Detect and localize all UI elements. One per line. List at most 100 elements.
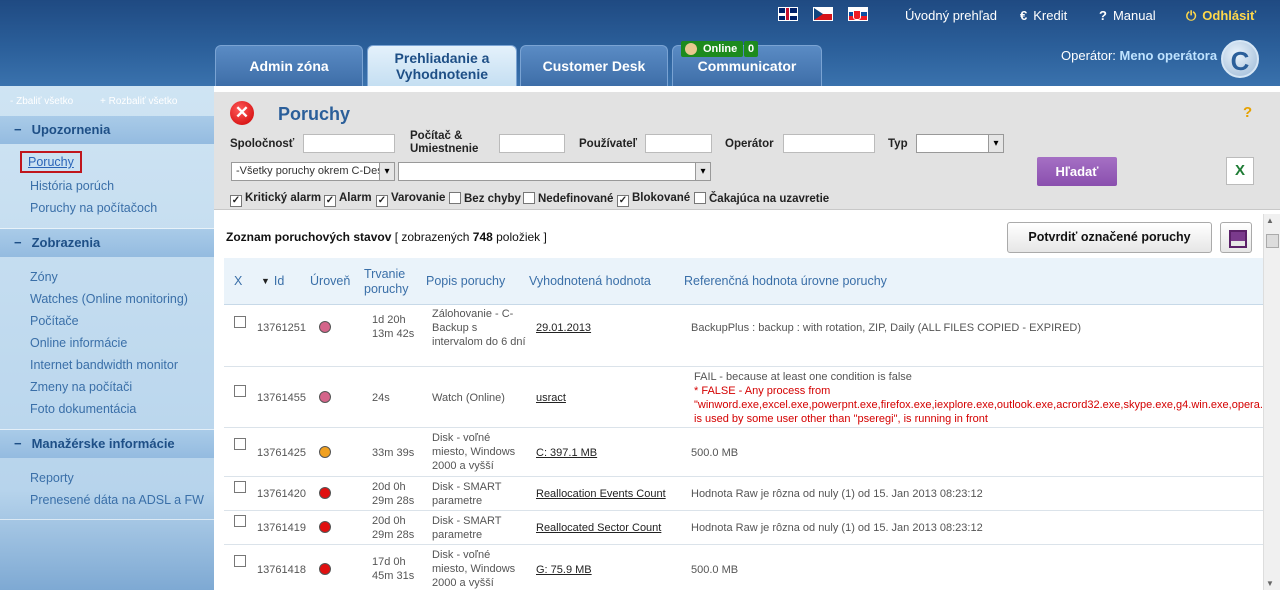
euro-icon: € [1020, 8, 1028, 23]
operator-label: Operátor [725, 138, 774, 150]
col-x[interactable]: X [234, 258, 242, 305]
type-select[interactable] [916, 134, 1004, 153]
sidebar-group-views[interactable]: Zobrazenia [0, 229, 214, 257]
slovak-flag-icon[interactable] [848, 7, 868, 21]
power-icon: ⏻ [1186, 8, 1197, 23]
scroll-down-icon[interactable]: ▼ [1266, 579, 1274, 588]
level-indicator [319, 487, 331, 499]
help-icon[interactable]: ? [1243, 104, 1252, 121]
user-label: Používateľ [579, 138, 638, 150]
warning-checkbox[interactable]: ✓ Varovanie [376, 192, 445, 207]
level-indicator [319, 391, 331, 403]
sidebar-item-fault-history[interactable]: História porúch [30, 179, 114, 193]
table-row[interactable]: 13761455 24s Watch (Online) usract FAIL … [224, 367, 1263, 428]
table-row[interactable]: 13761251 1d 20h 13m 42s Zálohovanie - C-… [224, 305, 1263, 367]
row-checkbox[interactable] [234, 316, 246, 328]
secondary-filter-select[interactable] [398, 162, 711, 181]
sidebar-group-alerts[interactable]: Upozornenia [0, 116, 214, 144]
computer-input[interactable] [499, 134, 565, 153]
sort-desc-icon: ▼ [261, 276, 270, 286]
sidebar-item-computer-changes[interactable]: Zmeny na počítači [30, 380, 132, 394]
sidebar-item-watches[interactable]: Watches (Online monitoring) [30, 292, 188, 306]
online-count-badge: 0 [744, 41, 758, 57]
level-indicator [319, 446, 331, 458]
tab-admin-zone[interactable]: Admin zóna [215, 45, 363, 86]
fault-filter-select[interactable]: -Všetky poruchy okrem C-Des [231, 162, 395, 181]
awaiting-close-checkbox[interactable]: Čakajúca na uzavretie [694, 192, 829, 205]
operator-info: Operátor: Meno operátora [1061, 48, 1218, 63]
page-title: Poruchy [278, 104, 351, 124]
operator-input[interactable] [783, 134, 875, 153]
header: Úvodný prehľad € Kredit ? Manual ⏻ Odhlásiť… [0, 0, 1280, 86]
sidebar-item-reports[interactable]: Reporty [30, 471, 74, 485]
operator-name[interactable]: Meno operátora [1120, 48, 1218, 63]
tab-customer-desk[interactable]: Customer Desk [520, 45, 668, 86]
evaluated-value-link[interactable]: 29.01.2013 [536, 321, 591, 335]
no-error-checkbox[interactable]: Bez chyby [449, 192, 521, 205]
row-checkbox[interactable] [234, 481, 246, 493]
evaluated-value-link[interactable]: Reallocated Sector Count [536, 521, 661, 535]
col-level[interactable]: Úroveň [310, 258, 350, 305]
critical-alarm-checkbox[interactable]: ✓ Kritický alarm [230, 192, 321, 207]
evaluated-value-link[interactable]: usract [536, 391, 566, 405]
company-label: Spoločnosť [230, 138, 295, 150]
alarm-checkbox[interactable]: ✓ Alarm [324, 192, 372, 207]
save-icon[interactable] [1220, 222, 1252, 253]
computer-label: Počítač & Umiestnenie [410, 130, 479, 155]
sidebar-item-computers[interactable]: Počítače [30, 314, 79, 328]
row-checkbox[interactable] [234, 385, 246, 397]
vertical-scrollbar[interactable]: ▲ ▼ [1263, 214, 1280, 590]
credit-link[interactable]: € Kredit [1020, 8, 1067, 23]
manual-link[interactable]: ? Manual [1099, 8, 1156, 23]
main-content: ✕ Poruchy ? Spoločnosť Počítač & Umiestn… [214, 86, 1280, 590]
table-row[interactable]: 13761420 20d 0h 29m 28s Disk - SMART par… [224, 477, 1263, 511]
sidebar-item-transferred-data[interactable]: Prenesené dáta na ADSL a FW [30, 493, 204, 507]
collapse-all-link[interactable]: - Zbaliť všetko [10, 96, 73, 107]
sidebar-item-photo-docs[interactable]: Foto dokumentácia [30, 402, 136, 416]
evaluated-value-link[interactable]: Reallocation Events Count [536, 487, 666, 501]
search-button[interactable]: Hľadať [1037, 157, 1117, 186]
evaluated-value-link[interactable]: G: 75.9 MB [536, 563, 592, 577]
sidebar-item-online-info[interactable]: Online informácie [30, 336, 127, 350]
company-input[interactable] [303, 134, 395, 153]
company-logo: C [1221, 40, 1259, 78]
uk-flag-icon[interactable] [778, 7, 798, 21]
sidebar-item-faults[interactable]: Poruchy [20, 151, 82, 173]
type-label: Typ [888, 138, 908, 150]
list-heading: Zoznam poruchových stavov [ zobrazených … [226, 230, 547, 244]
sidebar-group-management[interactable]: Manažérske informácie [0, 430, 214, 458]
scroll-thumb[interactable] [1266, 234, 1279, 248]
row-checkbox[interactable] [234, 438, 246, 450]
col-id[interactable]: ▼ Id [261, 258, 284, 305]
level-indicator [319, 521, 331, 533]
overview-link[interactable]: Úvodný prehľad [905, 8, 997, 23]
excel-export-icon[interactable]: X [1226, 157, 1254, 185]
sidebar-item-bandwidth-monitor[interactable]: Internet bandwidth monitor [30, 358, 178, 372]
sidebar: - Zbaliť všetko + Rozbaliť všetko Upozor… [0, 86, 214, 590]
undefined-checkbox[interactable]: Nedefinované [523, 192, 613, 205]
logout-link[interactable]: ⏻ Odhlásiť [1186, 8, 1256, 24]
row-checkbox[interactable] [234, 555, 246, 567]
tab-review-evaluation[interactable]: Prehliadanie a Vyhodnotenie [367, 45, 517, 86]
sidebar-divider [0, 519, 214, 520]
expand-all-link[interactable]: + Rozbaliť všetko [100, 96, 177, 107]
table-row[interactable]: 13761418 17d 0h 45m 31s Disk - voľné mie… [224, 545, 1263, 590]
confirm-faults-button[interactable]: Potvrdiť označené poruchy [1007, 222, 1212, 253]
col-description[interactable]: Popis poruchy [426, 258, 505, 305]
scroll-up-icon[interactable]: ▲ [1266, 216, 1274, 225]
col-reference-value[interactable]: Referenčná hodnota úrovne poruchy [684, 258, 887, 305]
evaluated-value-link[interactable]: C: 397.1 MB [536, 446, 597, 460]
user-input[interactable] [645, 134, 712, 153]
blocked-checkbox[interactable]: ✓ Blokované [617, 192, 690, 207]
table-row[interactable]: 13761425 33m 39s Disk - voľné miesto, Wi… [224, 428, 1263, 477]
level-indicator [319, 321, 331, 333]
col-duration[interactable]: Trvanie poruchy [364, 258, 424, 305]
table-row[interactable]: 13761419 20d 0h 29m 28s Disk - SMART par… [224, 511, 1263, 545]
online-status-badge: Online [681, 41, 744, 57]
czech-flag-icon[interactable] [813, 7, 833, 21]
row-checkbox[interactable] [234, 515, 246, 527]
sidebar-item-zones[interactable]: Zóny [30, 270, 58, 284]
col-evaluated-value[interactable]: Vyhodnotená hodnota [529, 258, 651, 305]
sidebar-item-faults-on-computers[interactable]: Poruchy na počítačoch [30, 201, 157, 215]
close-icon[interactable]: ✕ [230, 101, 254, 125]
